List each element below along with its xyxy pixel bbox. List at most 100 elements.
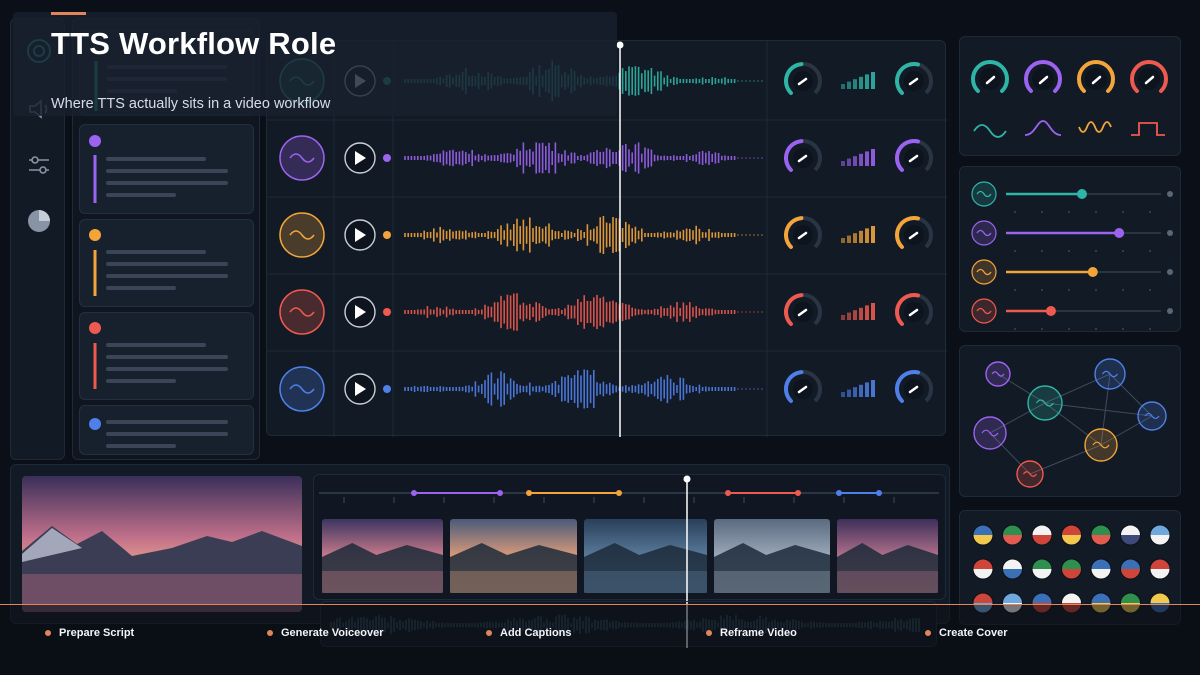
level-meter xyxy=(841,380,875,397)
script-card-purple[interactable] xyxy=(79,124,254,214)
voice-node[interactable] xyxy=(1084,428,1118,462)
level-gauge[interactable] xyxy=(784,293,822,327)
slider-end-dot xyxy=(1167,269,1173,275)
slider-handle[interactable] xyxy=(1045,306,1056,316)
step-reframe-video[interactable]: Reframe Video xyxy=(706,627,797,639)
wave-shape-icon xyxy=(1131,122,1165,136)
voice-avatar-icon[interactable] xyxy=(279,366,325,412)
video-clip-thumbnail[interactable] xyxy=(450,519,577,593)
meter-bar xyxy=(859,384,863,397)
level-gauge[interactable] xyxy=(784,139,822,173)
level-gauge[interactable] xyxy=(895,370,933,404)
meter-bar xyxy=(871,226,875,243)
flag-pt-icon[interactable] xyxy=(1090,524,1112,546)
step-dot xyxy=(486,630,492,636)
slider-handle[interactable] xyxy=(1114,228,1125,238)
meter-bar xyxy=(841,392,845,397)
video-clip-thumbnail[interactable] xyxy=(322,519,443,593)
meter-bar xyxy=(841,161,845,166)
flag-eh-icon[interactable] xyxy=(1031,558,1053,580)
tick xyxy=(1014,211,1016,213)
script-card-red[interactable] xyxy=(79,312,254,400)
level-gauge[interactable] xyxy=(895,216,933,250)
meter-bar xyxy=(871,149,875,166)
waveform[interactable] xyxy=(404,142,765,174)
flag-it-icon[interactable] xyxy=(1002,524,1023,546)
step-dot xyxy=(267,630,273,636)
flag-half xyxy=(1061,569,1082,579)
voice-preset-dial[interactable] xyxy=(1077,60,1115,94)
step-dot xyxy=(925,630,931,636)
tick xyxy=(1041,328,1043,330)
play-button[interactable] xyxy=(344,219,376,251)
step-create-cover[interactable]: Create Cover xyxy=(925,627,1007,639)
step-generate-voiceover[interactable]: Generate Voiceover xyxy=(267,627,384,639)
tick xyxy=(1068,211,1070,213)
sliders-icon[interactable] xyxy=(25,151,53,179)
pie-chart-icon[interactable] xyxy=(25,207,53,235)
level-gauge[interactable] xyxy=(784,370,822,404)
playhead-handle[interactable] xyxy=(683,475,691,483)
tick xyxy=(1122,250,1124,252)
voice-node[interactable] xyxy=(1016,460,1044,488)
waveform[interactable] xyxy=(404,216,765,254)
playhead-handle[interactable] xyxy=(616,41,624,49)
level-meter xyxy=(841,226,875,243)
voice-node[interactable] xyxy=(1137,401,1167,431)
waveform[interactable] xyxy=(404,293,765,331)
level-gauge[interactable] xyxy=(895,139,933,173)
flag-es-icon[interactable] xyxy=(1061,524,1082,546)
flag-kr-icon[interactable] xyxy=(1120,524,1141,546)
level-gauge[interactable] xyxy=(784,216,822,250)
flag-ar-icon[interactable] xyxy=(1149,524,1171,546)
slider-handle[interactable] xyxy=(1076,189,1087,199)
video-clip-thumbnail[interactable] xyxy=(584,519,707,593)
video-clip-thumbnail[interactable] xyxy=(714,519,830,593)
play-button[interactable] xyxy=(344,373,376,405)
voice-node[interactable] xyxy=(985,361,1011,387)
meter-bar xyxy=(853,310,857,320)
step-prepare-script[interactable]: Prepare Script xyxy=(45,627,134,639)
level-gauge[interactable] xyxy=(895,293,933,327)
slider-handle[interactable] xyxy=(1087,267,1098,277)
play-button[interactable] xyxy=(344,296,376,328)
voice-node[interactable] xyxy=(1094,358,1126,390)
video-preview[interactable] xyxy=(22,476,302,612)
step-label: Reframe Video xyxy=(720,627,797,639)
flag-cl-icon[interactable] xyxy=(972,558,994,580)
flag-half xyxy=(1150,535,1170,545)
meter-bar xyxy=(853,79,857,89)
voice-node[interactable] xyxy=(1027,385,1063,421)
voice-avatar-icon[interactable] xyxy=(279,289,325,335)
video-clip-thumbnail[interactable] xyxy=(837,519,938,593)
waveform[interactable] xyxy=(404,369,765,409)
step-add-captions[interactable]: Add Captions xyxy=(486,627,572,639)
flag-half xyxy=(1002,569,1023,579)
flag-pr-icon[interactable] xyxy=(1090,558,1112,580)
play-button[interactable] xyxy=(344,142,376,174)
tick xyxy=(1122,211,1124,213)
voice-node[interactable] xyxy=(973,416,1007,450)
voice-preset-dial[interactable] xyxy=(1130,60,1168,94)
clip-water xyxy=(450,571,577,593)
level-meter xyxy=(841,149,875,166)
flag-sk-icon[interactable] xyxy=(1120,558,1141,580)
flag-mx-icon[interactable] xyxy=(1061,558,1082,580)
tick xyxy=(1014,289,1016,291)
script-card-blue[interactable] xyxy=(79,405,254,455)
flag-at-icon[interactable] xyxy=(1149,558,1171,580)
voice-avatar-icon[interactable] xyxy=(279,212,325,258)
tick xyxy=(1041,289,1043,291)
script-card-orange[interactable] xyxy=(79,219,254,307)
level-gauge[interactable] xyxy=(784,62,822,96)
level-gauge[interactable] xyxy=(895,62,933,96)
voice-avatar-icon[interactable] xyxy=(279,135,325,181)
wave-shape-icon xyxy=(1024,120,1062,136)
flag-jp-icon[interactable] xyxy=(1031,524,1053,546)
flag-cz-icon[interactable] xyxy=(1002,558,1023,580)
voice-preset-dial[interactable] xyxy=(971,60,1009,94)
flag-se-icon[interactable] xyxy=(972,524,994,546)
meter-bar xyxy=(859,153,863,166)
tick xyxy=(1041,211,1043,213)
voice-preset-dial[interactable] xyxy=(1024,60,1062,94)
